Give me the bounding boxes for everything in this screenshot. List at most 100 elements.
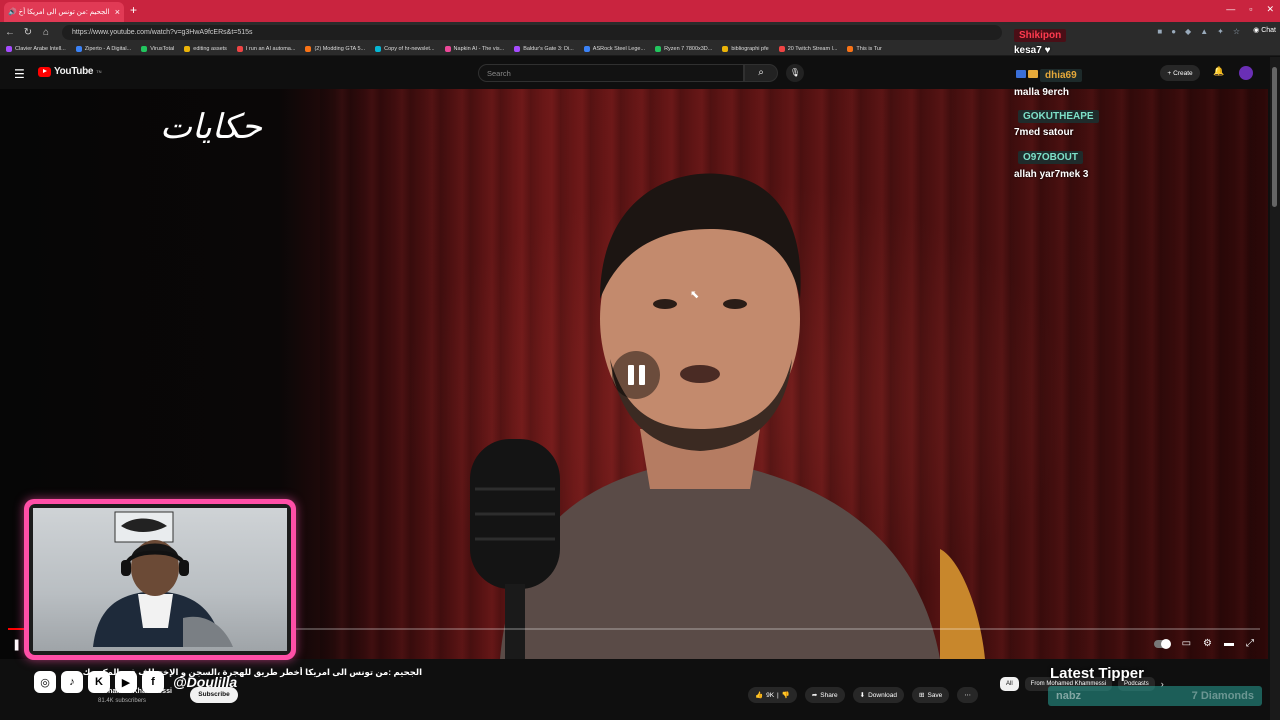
share-button[interactable]: ➦ Share — [804, 687, 845, 703]
extension-icon[interactable]: ■ — [1157, 27, 1162, 36]
bookmark-item[interactable]: VirusTotal — [141, 45, 175, 52]
video-frame-speaker — [470, 173, 985, 659]
theater-mode-icon[interactable]: ▬ — [1224, 638, 1234, 649]
bookmark-item[interactable]: Copy of hr-newslet... — [375, 45, 435, 52]
chat-message-text: kesa7 ♥ — [1014, 45, 1051, 56]
webcam-overlay — [24, 499, 296, 660]
search-button[interactable]: ⌕ — [744, 64, 778, 82]
like-button[interactable]: 👍 9K | 👎 — [748, 687, 797, 703]
account-avatar[interactable] — [1239, 66, 1253, 80]
home-icon[interactable]: ⌂ — [38, 27, 54, 38]
bookmark-label: 20 Twitch Stream l... — [787, 45, 838, 52]
minimize-icon[interactable]: — — [1226, 4, 1235, 15]
microphone-icon: 🎙 — [789, 68, 801, 77]
more-icon: ⋯ — [964, 692, 971, 699]
fullscreen-icon[interactable]: ⤢ — [1246, 638, 1254, 649]
save-icon: ⊞ — [919, 692, 925, 699]
bookmark-favicon-icon — [655, 45, 662, 52]
settings-gear-icon[interactable]: ⚙ — [1203, 638, 1212, 649]
chat-badge-icon — [1016, 69, 1026, 78]
bookmark-label: This is Tur — [856, 45, 882, 52]
bookmark-favicon-icon — [444, 45, 451, 52]
bookmark-item[interactable]: Baldur's Gate 3: Di... — [514, 45, 574, 52]
extension-icon[interactable]: ● — [1171, 27, 1176, 36]
scrollbar-thumb[interactable] — [1272, 67, 1277, 207]
save-button[interactable]: ⊞ Save — [912, 687, 950, 703]
maximize-icon[interactable]: ▫ — [1249, 4, 1252, 15]
chat-message-username: Shikipon — [1014, 25, 1067, 43]
autoplay-toggle[interactable] — [1153, 638, 1171, 649]
page-scrollbar[interactable] — [1270, 57, 1280, 720]
share-label: Share — [820, 691, 838, 699]
bookmark-item[interactable]: Clavier Arabe Intell... — [6, 45, 66, 52]
bookmark-label: Clavier Arabe Intell... — [15, 45, 66, 52]
puzzle-icon[interactable]: ✦ — [1217, 27, 1224, 36]
bookmark-label: Napkin AI - The vis... — [453, 45, 505, 52]
captions-icon[interactable]: ▭ — [1182, 638, 1191, 649]
reload-icon[interactable]: ↻ — [20, 27, 36, 38]
bookmark-label: (2) Modding GTA 5... — [314, 45, 366, 52]
youtube-logo-text: YouTube — [54, 66, 94, 77]
more-actions-button[interactable]: ⋯ — [957, 687, 978, 703]
chat-username: GOKUTHEAPE — [1018, 110, 1099, 123]
thumbs-up-icon: 👍 — [755, 692, 764, 699]
bookmark-item[interactable]: Ziperto - A Digital... — [75, 45, 131, 52]
subscribe-button[interactable]: Subscribe — [190, 687, 238, 703]
bookmark-favicon-icon — [236, 45, 243, 52]
bookmark-item[interactable]: bibliographi pfe — [722, 45, 769, 52]
new-tab-button[interactable]: + — [130, 3, 137, 17]
chat-message-username: dhia69 — [1016, 65, 1082, 83]
star-icon[interactable]: ☆ — [1233, 27, 1240, 36]
close-window-icon[interactable]: ✕ — [1266, 4, 1274, 15]
browser-tab[interactable]: 🔊 الجحيم :من تونس الى امريكا أخ × — [4, 2, 124, 22]
notifications-bell-icon[interactable]: 🔔 — [1213, 66, 1224, 77]
menu-icon[interactable]: ☰ — [14, 67, 25, 81]
bookmark-favicon-icon — [75, 45, 82, 52]
chat-username: Shikipon — [1014, 29, 1067, 42]
webcam-person-illustration — [93, 511, 233, 647]
extension-icon[interactable]: ◆ — [1185, 27, 1191, 36]
thumbs-down-icon[interactable]: 👎 — [782, 691, 790, 699]
extension-icons: ■ ● ◆ ▲ ✦ ☆ — [1157, 27, 1240, 36]
bookmark-label: VirusTotal — [150, 45, 175, 52]
save-label: Save — [927, 691, 943, 699]
bookmark-label: ASRock Steel Lege... — [592, 45, 646, 52]
region-code: TN — [96, 69, 102, 74]
back-icon[interactable]: ← — [2, 27, 18, 38]
voice-search-button[interactable]: 🎙 — [786, 64, 804, 82]
chip-all[interactable]: All — [1000, 677, 1019, 691]
bookmark-item[interactable]: ASRock Steel Lege... — [583, 45, 646, 52]
url-field[interactable]: https://www.youtube.com/watch?v=g3HwA9fc… — [62, 24, 1002, 40]
divider: | — [777, 691, 779, 699]
browser-chat-button[interactable]: ◉ Chat — [1253, 26, 1276, 34]
youtube-logo[interactable]: YouTube TN — [38, 66, 102, 77]
bookmark-item[interactable]: (2) Modding GTA 5... — [305, 45, 366, 52]
youtube-play-icon — [38, 66, 51, 77]
like-count: 9K — [766, 691, 775, 699]
create-label: Create — [1173, 69, 1193, 77]
bookmark-item[interactable]: Napkin AI - The vis... — [444, 45, 505, 52]
bookmark-item[interactable]: 20 Twitch Stream l... — [778, 45, 838, 52]
channel-name[interactable]: Mohamed Khammessi — [98, 688, 172, 695]
bookmark-favicon-icon — [184, 45, 191, 52]
address-bar-row: ← ↻ ⌂ https://www.youtube.com/watch?v=g3… — [0, 22, 1280, 42]
bookmark-item[interactable]: I run an AI automa... — [236, 45, 296, 52]
bookmark-item[interactable]: This is Tur — [847, 45, 882, 52]
bookmark-item[interactable]: editing assets — [184, 45, 227, 52]
bookmark-label: I run an AI automa... — [245, 45, 296, 52]
search-input[interactable]: Search — [478, 64, 744, 82]
tab-audio-icon: 🔊 — [8, 9, 19, 16]
extension-icon[interactable]: ▲ — [1200, 27, 1208, 36]
create-button[interactable]: + Create — [1160, 65, 1200, 81]
video-actions: 👍 9K | 👎 ➦ Share ⬇ Download ⊞ Save ⋯ — [748, 687, 978, 703]
bookmark-label: Baldur's Gate 3: Di... — [523, 45, 574, 52]
bookmark-favicon-icon — [305, 45, 312, 52]
webcam-frame — [29, 504, 291, 655]
bookmark-label: editing assets — [193, 45, 227, 52]
close-tab-icon[interactable]: × — [115, 7, 120, 17]
share-icon: ➦ — [811, 692, 818, 699]
pause-button-overlay[interactable] — [612, 351, 660, 399]
download-button[interactable]: ⬇ Download — [852, 687, 905, 703]
bookmark-item[interactable]: Ryzen 7 7800x3D... — [655, 45, 712, 52]
pause-icon-bar — [638, 365, 645, 385]
